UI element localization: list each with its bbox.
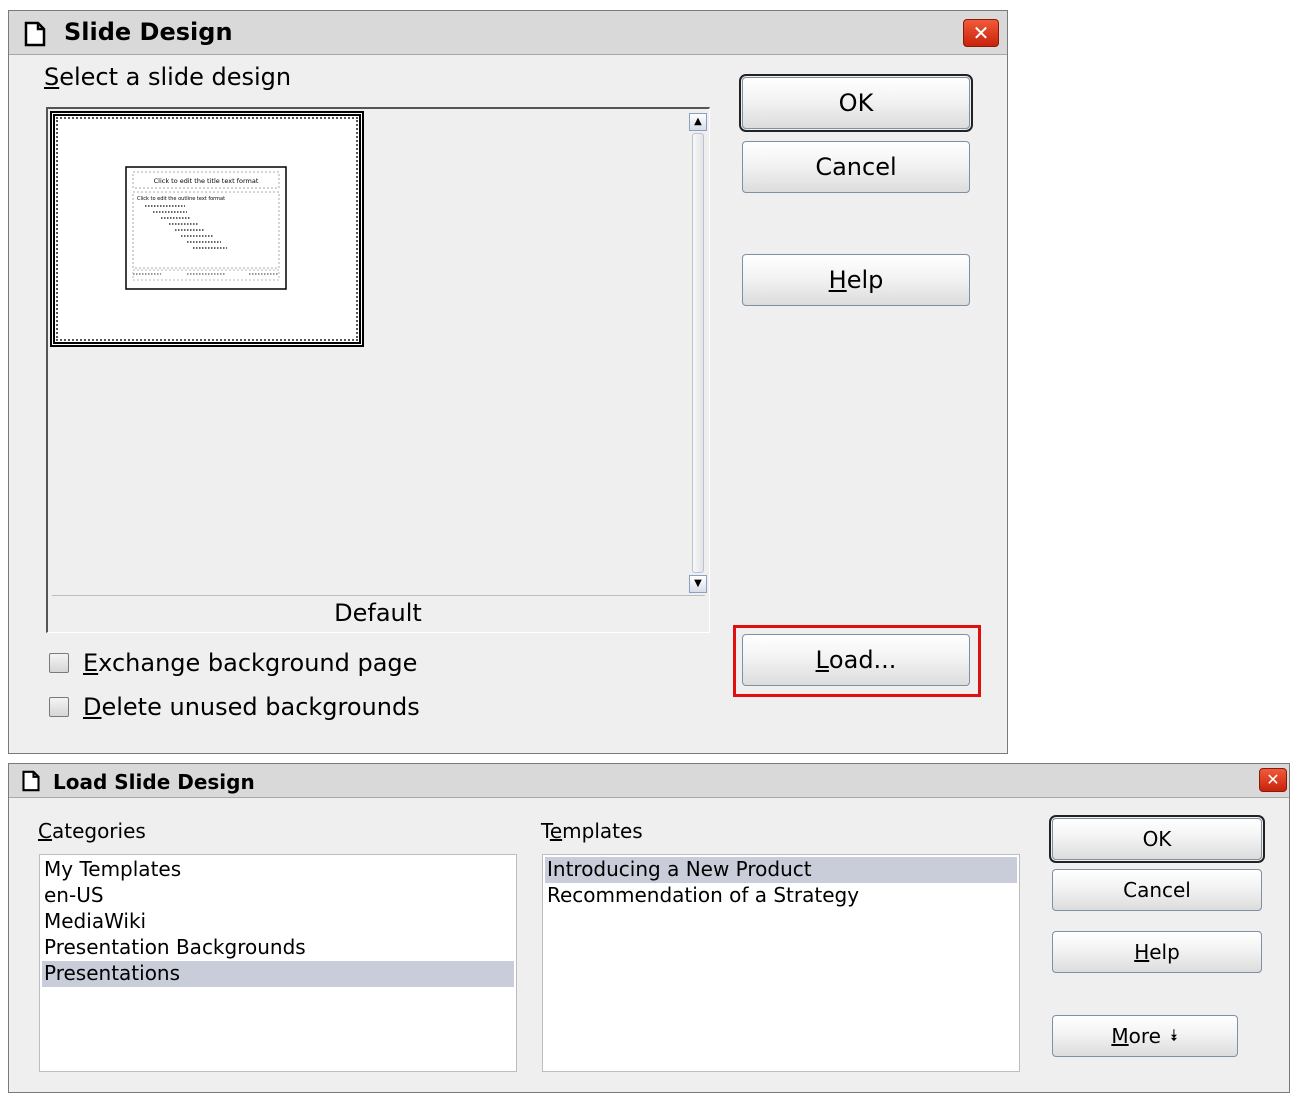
category-item[interactable]: My Templates [42,857,514,883]
preview-title-text: Click to edit the title text format [154,177,259,185]
scroll-track[interactable] [692,133,704,573]
scroll-down-button[interactable]: ▼ [689,575,707,593]
scroll-up-button[interactable]: ▲ [689,113,707,131]
categories-label: Categories [38,819,146,843]
slide-design-ok-button[interactable]: OK [739,74,973,132]
arrow-down-icon: ▼ [694,578,702,589]
load-slide-design-close-button[interactable]: ✕ [1259,768,1287,792]
gallery-scrollbar[interactable]: ▲ ▼ [689,113,707,593]
template-item-selected[interactable]: Introducing a New Product [545,857,1017,883]
document-icon [23,21,47,51]
delete-unused-backgrounds-checkbox[interactable]: Delete unused backgrounds [49,693,449,723]
load-slide-design-dialog: Load Slide Design ✕ Categories Templates… [8,763,1290,1093]
slide-design-gallery[interactable]: Click to edit the title text format Clic… [46,107,710,633]
load-slide-design-title: Load Slide Design [53,770,255,794]
load-cancel-button[interactable]: Cancel [1052,869,1262,911]
slide-design-title: Slide Design [64,18,233,46]
close-icon: ✕ [972,21,990,45]
categories-list[interactable]: My Templates en-US MediaWiki Presentatio… [39,854,517,1072]
delete-unused-backgrounds-label: Delete unused backgrounds [83,693,420,721]
double-chevron-down-icon: ⯯ [1168,1026,1179,1045]
exchange-background-label: Exchange background page [83,649,418,677]
slide-design-help-button[interactable]: Help [742,254,970,306]
more-button[interactable]: More ⯯ [1052,1015,1238,1057]
design-thumbnail-default[interactable]: Click to edit the title text format Clic… [50,111,364,347]
exchange-background-checkbox[interactable]: Exchange background page [49,649,449,679]
slide-design-dialog: Slide Design ✕ Select a slide design Cli… [8,10,1008,754]
category-item-selected[interactable]: Presentations [42,961,514,987]
preview-outline-text: Click to edit the outline text format [137,196,225,202]
close-icon: ✕ [1266,770,1280,789]
caption-divider [52,595,705,596]
slide-design-titlebar: Slide Design ✕ [9,11,1007,55]
slide-design-close-button[interactable]: ✕ [963,19,999,47]
templates-list[interactable]: Introducing a New Product Recommendation… [542,854,1020,1072]
arrow-up-icon: ▲ [694,116,702,127]
template-item[interactable]: Recommendation of a Strategy [545,883,1017,909]
slide-preview: Click to edit the title text format Clic… [125,166,287,290]
category-item[interactable]: en-US [42,883,514,909]
load-help-button[interactable]: Help [1052,931,1262,973]
load-ok-button[interactable]: OK [1049,815,1265,863]
design-caption: Default [334,599,422,627]
category-item[interactable]: MediaWiki [42,909,514,935]
load-button[interactable]: Load... [742,634,970,686]
exchange-background-box[interactable] [49,653,69,673]
document-icon [21,770,41,796]
slide-design-cancel-button[interactable]: Cancel [742,141,970,193]
templates-label: Templates [541,819,643,843]
select-slide-design-label: Select a slide design [44,63,292,91]
delete-unused-backgrounds-box[interactable] [49,697,69,717]
load-slide-design-titlebar: Load Slide Design ✕ [9,764,1289,798]
category-item[interactable]: Presentation Backgrounds [42,935,514,961]
